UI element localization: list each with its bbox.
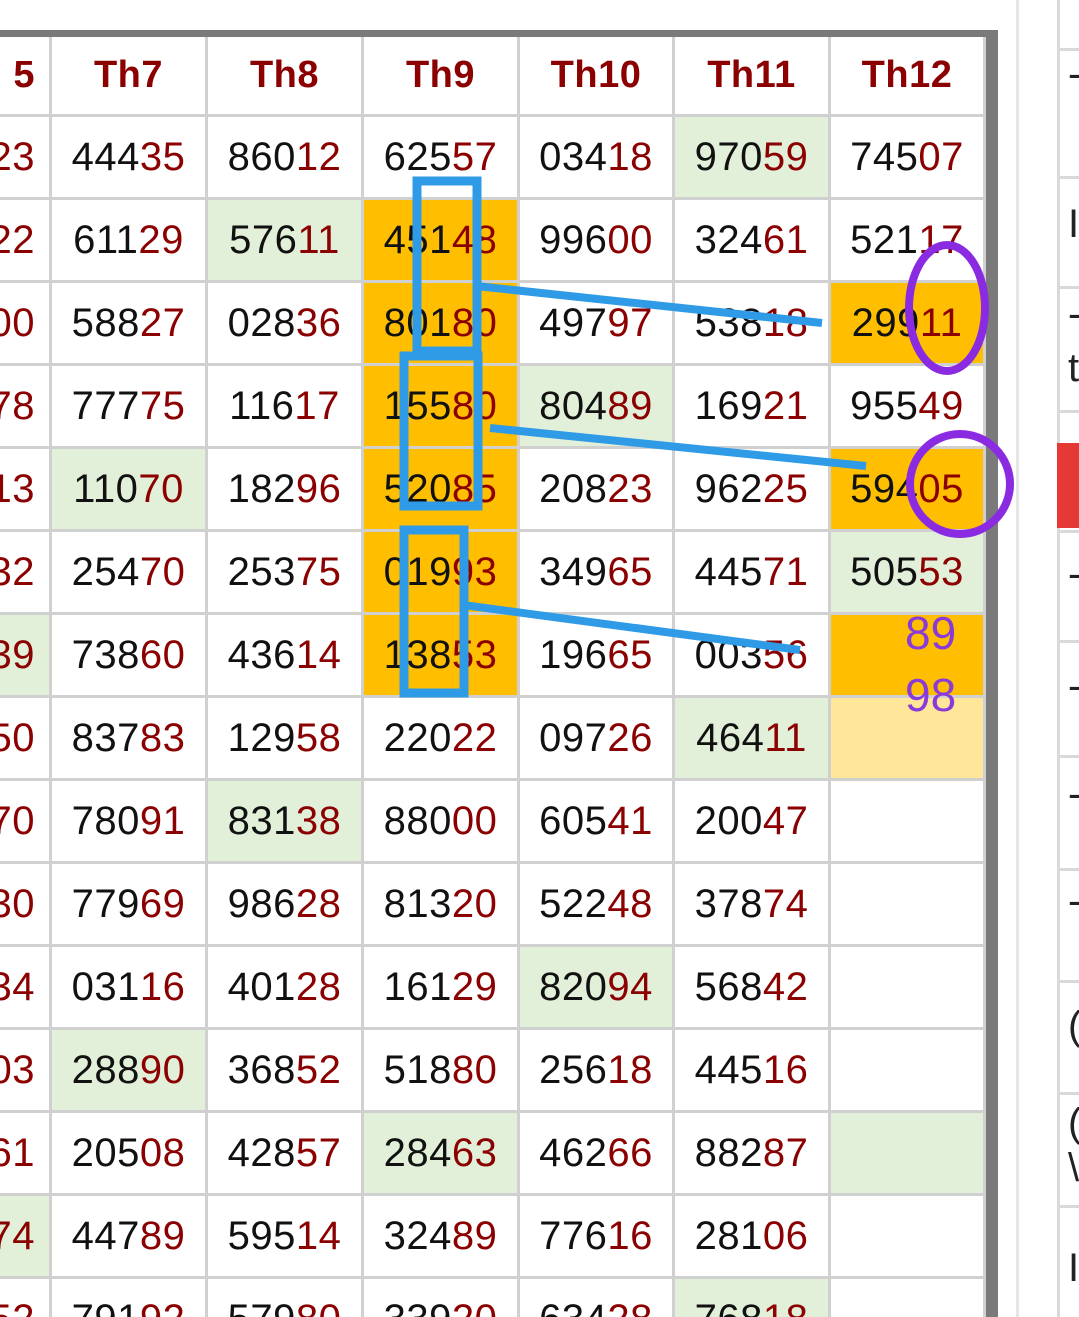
annotation-line-1 bbox=[475, 282, 823, 327]
annotation-box-1 bbox=[412, 176, 482, 356]
annotation-box-2 bbox=[399, 351, 483, 511]
lottery-results-board: 5 Th7 Th8 Th9 Th10 Th11 Th12 23 444 35 860 12 625 57 0… bbox=[0, 0, 1079, 1317]
annotation-box-3 bbox=[399, 525, 469, 698]
annotation-line-3 bbox=[462, 601, 801, 654]
annotation-circle-1 bbox=[905, 241, 989, 375]
annotation-circle-2 bbox=[906, 430, 1014, 538]
handwritten-note-line-2: 98 bbox=[905, 669, 957, 721]
handwritten-note-line-1: 89 bbox=[905, 607, 957, 659]
annotation-line-2 bbox=[489, 424, 867, 470]
